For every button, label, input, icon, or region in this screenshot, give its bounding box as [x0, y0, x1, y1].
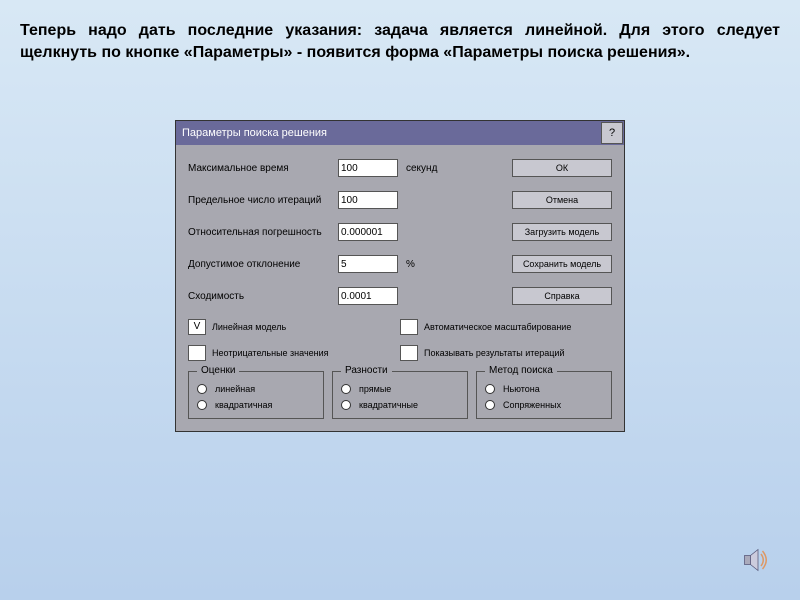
derivatives-forward-radio[interactable] [341, 384, 351, 394]
estimates-quadratic-label: квадратичная [215, 400, 272, 410]
showiter-checkbox[interactable] [400, 345, 418, 361]
autoscale-label: Автоматическое масштабирование [424, 322, 571, 332]
search-title: Метод поиска [485, 365, 557, 376]
dialog-title: Параметры поиска решения [176, 127, 600, 139]
search-newton-radio[interactable] [485, 384, 495, 394]
derivatives-title: Разности [341, 365, 392, 376]
max-time-input[interactable] [338, 159, 398, 177]
help-ref-button[interactable]: Справка [512, 287, 612, 305]
autoscale-checkbox[interactable] [400, 319, 418, 335]
showiter-label: Показывать результаты итераций [424, 348, 564, 358]
max-time-label: Максимальное время [188, 163, 338, 174]
linear-model-label: Линейная модель [212, 322, 286, 332]
rel-error-input[interactable] [338, 223, 398, 241]
tolerance-label: Допустимое отклонение [188, 259, 338, 270]
max-iter-input[interactable] [338, 191, 398, 209]
intro-text: Теперь надо дать последние указания: зад… [0, 0, 800, 75]
linear-model-checkbox[interactable]: V [188, 319, 206, 335]
estimates-quadratic-radio[interactable] [197, 400, 207, 410]
tolerance-input[interactable] [338, 255, 398, 273]
max-iter-label: Предельное число итераций [188, 195, 338, 206]
convergence-label: Сходимость [188, 291, 338, 302]
estimates-linear-radio[interactable] [197, 384, 207, 394]
search-conjugate-label: Сопряженных [503, 400, 561, 410]
ok-button[interactable]: ОК [512, 159, 612, 177]
save-model-button[interactable]: Сохранить модель [512, 255, 612, 273]
titlebar: Параметры поиска решения ? [176, 121, 624, 145]
cancel-button[interactable]: Отмена [512, 191, 612, 209]
solver-params-dialog: Параметры поиска решения ? Максимальное … [175, 120, 625, 432]
derivatives-forward-label: прямые [359, 384, 391, 394]
max-time-unit: секунд [406, 163, 446, 174]
load-model-button[interactable]: Загрузить модель [512, 223, 612, 241]
convergence-input[interactable] [338, 287, 398, 305]
search-newton-label: Ньютона [503, 384, 540, 394]
derivatives-group: Разности прямые квадратичные [332, 371, 468, 419]
estimates-title: Оценки [197, 365, 239, 376]
search-group: Метод поиска Ньютона Сопряженных [476, 371, 612, 419]
nonneg-label: Неотрицательные значения [212, 348, 329, 358]
speaker-icon [740, 545, 770, 575]
derivatives-central-label: квадратичные [359, 400, 418, 410]
derivatives-central-radio[interactable] [341, 400, 351, 410]
help-button[interactable]: ? [601, 122, 623, 144]
dialog-body: Максимальное время секунд ОК Предельное … [176, 145, 624, 431]
estimates-linear-label: линейная [215, 384, 255, 394]
nonneg-checkbox[interactable] [188, 345, 206, 361]
rel-error-label: Относительная погрешность [188, 227, 338, 238]
tolerance-unit: % [406, 259, 446, 270]
estimates-group: Оценки линейная квадратичная [188, 371, 324, 419]
search-conjugate-radio[interactable] [485, 400, 495, 410]
